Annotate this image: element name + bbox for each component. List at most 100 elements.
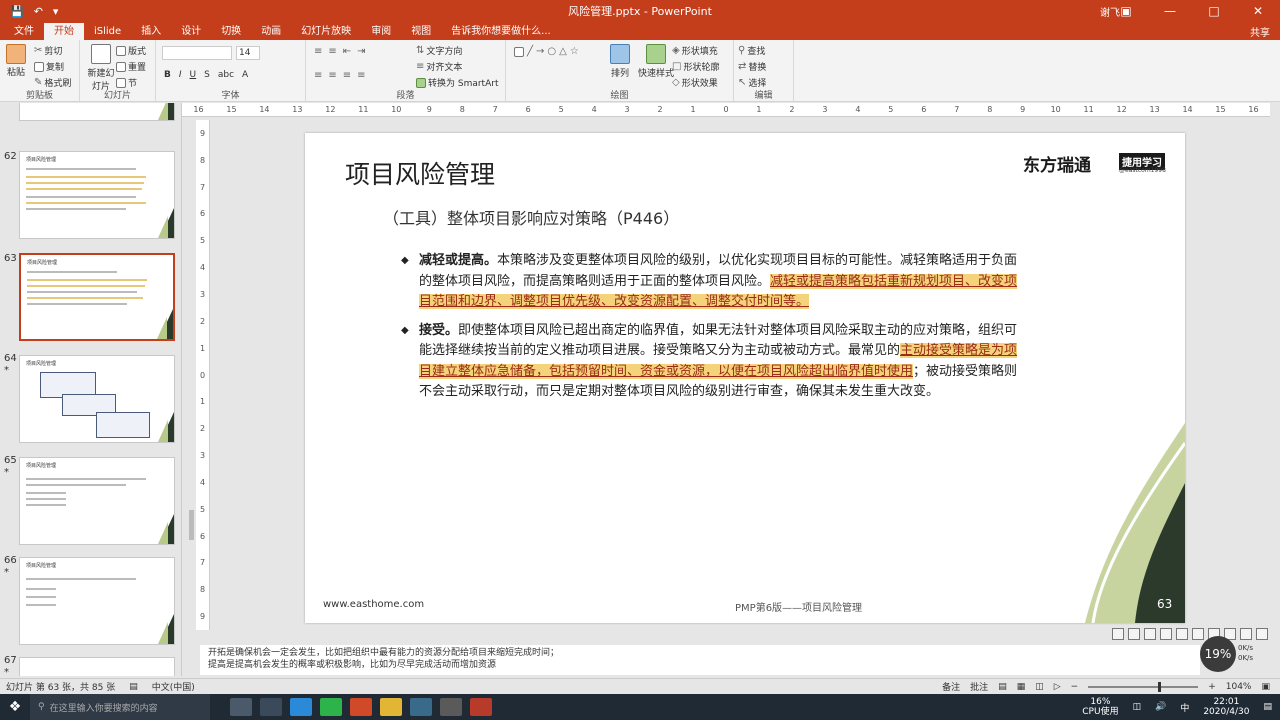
language-indicator[interactable]: 中文(中国) [152, 680, 195, 693]
cpu-meter-badge[interactable]: 19% [1200, 636, 1236, 672]
align-center-icon[interactable]: ≡ [328, 70, 336, 81]
strikethrough-button[interactable]: abc [218, 70, 234, 80]
notification-icon[interactable]: ▤ [1263, 702, 1272, 712]
minimize-icon[interactable]: — [1148, 4, 1192, 18]
settings-icon[interactable] [1240, 628, 1252, 640]
app-icon[interactable] [410, 698, 432, 716]
slide-title[interactable]: 项目风险管理 [345, 155, 495, 191]
tell-me-search[interactable]: 告诉我你想要做什么... [441, 23, 561, 40]
zoom-level[interactable]: 104% [1226, 682, 1252, 692]
new-slide-button[interactable]: 新建幻灯片 [86, 44, 116, 92]
shapes-gallery[interactable]: ╱ → ○ △ ☆ [514, 46, 604, 57]
font-size-dropdown[interactable]: 14 [236, 46, 260, 60]
notes-toggle[interactable]: 备注 [942, 680, 960, 693]
align-text-button[interactable]: ≡ 对齐文本 [416, 60, 462, 73]
horizontal-ruler[interactable]: 16 15 14 13 12 11 10 9 8 7 6 5 4 3 2 1 0 1 2 3 4 5 6 7 8 9 10 11 12 1… [182, 103, 1270, 117]
undo-icon[interactable]: ↶ [34, 5, 43, 18]
shape-outline-button[interactable]: □ 形状轮廓 [672, 60, 719, 73]
reset-button[interactable]: 重置 [116, 60, 146, 73]
slideshow-view-icon[interactable]: ▷ [1054, 682, 1061, 692]
zoom-slider-handle[interactable] [1158, 681, 1162, 692]
tab-transitions[interactable]: 切换 [211, 23, 251, 40]
camera-icon[interactable] [1192, 628, 1204, 640]
tab-slideshow[interactable]: 幻灯片放映 [291, 23, 361, 40]
taskbar-search[interactable]: ⚲ 在这里输入你要搜索的内容 [30, 694, 210, 720]
copy-button[interactable]: 复制 [34, 60, 64, 73]
bullets-icon[interactable]: ≡ [314, 46, 322, 57]
customize-icon[interactable]: ▾ [53, 5, 59, 18]
cpu-usage[interactable]: 16% CPU使用 [1082, 697, 1118, 717]
task-view-icon[interactable] [260, 698, 282, 716]
underline-button[interactable]: U [190, 70, 197, 80]
windows-start-icon[interactable]: ❖ [0, 699, 30, 715]
slide-thumbnail-64[interactable]: 项目风险管理 [19, 355, 175, 443]
file-explorer-icon[interactable] [380, 698, 402, 716]
font-name-dropdown[interactable] [162, 46, 232, 60]
sorter-view-icon[interactable]: ▦ [1017, 682, 1026, 692]
slide-body[interactable]: ◆ 减轻或提高。本策略涉及变更整体项目风险的级别，以优化实现项目目标的可能性。减轻… [401, 251, 1021, 411]
slide-thumbnail-65[interactable]: 项目风险管理 [19, 457, 175, 545]
tab-islide[interactable]: iSlide [84, 23, 131, 40]
slide-thumbnail-62[interactable]: 项目风险管理 [19, 151, 175, 239]
align-right-icon[interactable]: ≡ [343, 70, 351, 81]
tools-icon[interactable] [1256, 628, 1268, 640]
comments-toggle[interactable]: 批注 [970, 680, 988, 693]
cut-button[interactable]: ✂ 剪切 [34, 44, 62, 57]
paste-button[interactable]: 粘贴 [6, 44, 26, 78]
shadow-button[interactable]: S [204, 70, 210, 80]
tab-review[interactable]: 审阅 [361, 23, 401, 40]
tab-home[interactable]: 开始 [44, 23, 84, 40]
prev-icon[interactable] [1112, 628, 1124, 640]
numbering-icon[interactable]: ≡ [328, 46, 336, 57]
tab-animations[interactable]: 动画 [251, 23, 291, 40]
mic-icon[interactable] [230, 698, 252, 716]
normal-view-icon[interactable]: ▤ [998, 682, 1007, 692]
ime-indicator[interactable]: 中 [1180, 701, 1189, 714]
wechat-icon[interactable] [320, 698, 342, 716]
volume-icon[interactable]: 🔊 [1155, 702, 1166, 712]
slide-thumbnail-67[interactable] [19, 657, 175, 676]
ribbon-options-icon[interactable]: ▣ [1104, 4, 1148, 18]
tab-file[interactable]: 文件 [4, 23, 44, 40]
layout-button[interactable]: 版式 [116, 44, 146, 57]
pen-icon[interactable] [1144, 628, 1156, 640]
zoom-in-icon[interactable]: + [1208, 682, 1216, 692]
spellcheck-icon[interactable]: ▤ [129, 682, 138, 692]
find-button[interactable]: ⚲ 查找 [738, 44, 765, 57]
zoom-slider[interactable] [1088, 681, 1199, 692]
replace-button[interactable]: ⇄ 替换 [738, 60, 766, 73]
slide-thumbnail-61[interactable] [19, 103, 175, 121]
tab-insert[interactable]: 插入 [131, 23, 171, 40]
clock[interactable]: 22:01 2020/4/30 [1203, 697, 1249, 717]
next-icon[interactable] [1128, 628, 1140, 640]
edge-icon[interactable] [290, 698, 312, 716]
share-button[interactable]: 共享 [1250, 24, 1270, 39]
save-icon[interactable]: 💾 [10, 5, 24, 18]
zoom-out-icon[interactable]: − [1071, 682, 1079, 692]
italic-button[interactable]: I [179, 70, 182, 80]
vertical-ruler[interactable]: 9 8 7 6 5 4 3 2 1 0 1 2 3 4 5 6 7 8 9 [196, 120, 210, 630]
shape-fill-button[interactable]: ◈ 形状填充 [672, 44, 718, 57]
app-icon[interactable] [470, 698, 492, 716]
maximize-icon[interactable]: □ [1192, 4, 1236, 18]
bold-button[interactable]: B [164, 70, 171, 80]
outdent-icon[interactable]: ⇥ [357, 46, 365, 57]
powerpoint-icon[interactable] [350, 698, 372, 716]
slide-subtitle[interactable]: （工具）整体项目影响应对策略（P446） [383, 205, 679, 229]
justify-icon[interactable]: ≡ [357, 70, 365, 81]
tab-design[interactable]: 设计 [171, 23, 211, 40]
tab-view[interactable]: 视图 [401, 23, 441, 40]
fit-slide-icon[interactable]: ▣ [1261, 682, 1270, 692]
network-icon[interactable]: ◫ [1133, 702, 1142, 712]
thumbnail-scrollbar[interactable] [189, 510, 194, 540]
slide-thumbnail-66[interactable]: 项目风险管理 [19, 557, 175, 645]
arrange-button[interactable]: 排列 [610, 44, 630, 79]
indent-icon[interactable]: ⇤ [343, 46, 351, 57]
close-icon[interactable]: ✕ [1236, 4, 1280, 18]
slide-canvas[interactable]: 项目风险管理 （工具）整体项目影响应对策略（P446） 东方瑞通 捷用学习 @e… [305, 133, 1185, 623]
slide-thumbnail-63[interactable]: 项目风险管理 [19, 253, 175, 341]
font-color-button[interactable]: A [242, 70, 248, 80]
quick-styles-button[interactable]: 快速样式 [638, 44, 674, 79]
speaker-notes[interactable]: 开拓是确保机会一定会发生，比如把组织中最有能力的资源分配给项目来缩短完成时间； … [200, 645, 1200, 675]
zoom-icon[interactable] [1176, 628, 1188, 640]
